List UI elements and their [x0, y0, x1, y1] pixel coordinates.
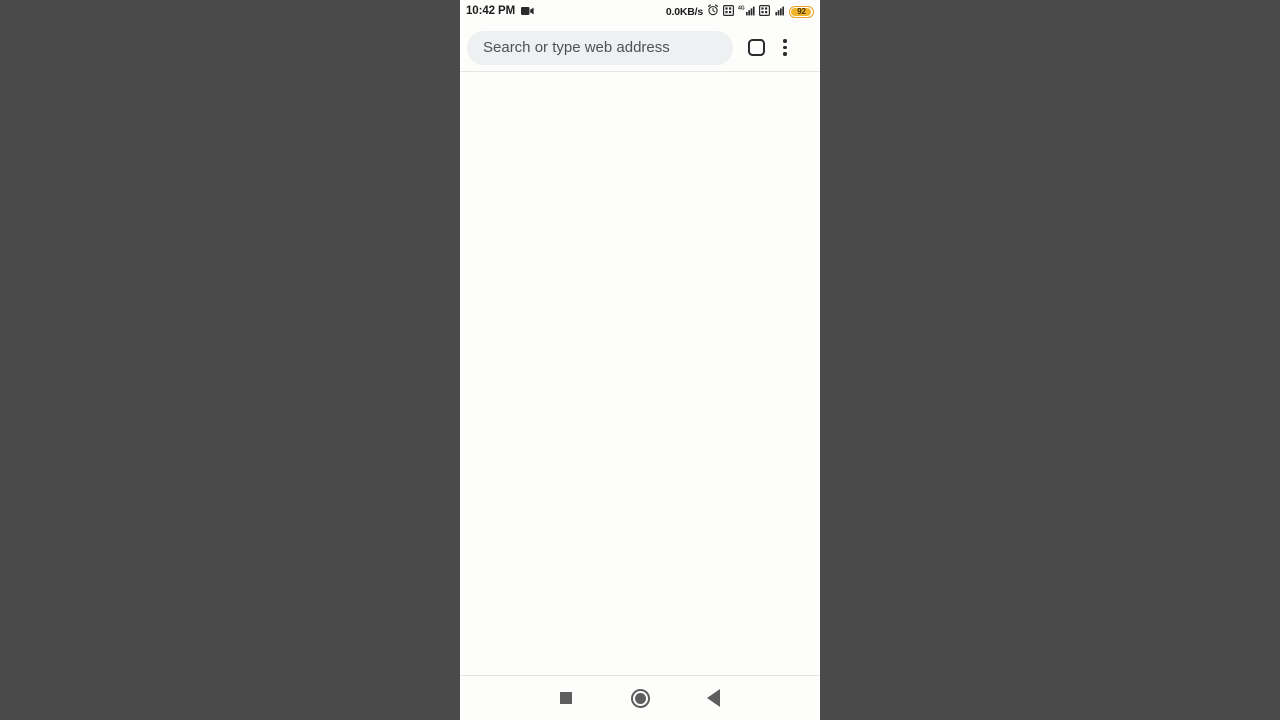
search-input-placeholder: Search or type web address — [483, 39, 670, 56]
browser-toolbar: Search or type web address — [460, 24, 820, 72]
back-button[interactable] — [685, 676, 741, 720]
triangle-back-icon — [706, 689, 720, 707]
status-clock: 10:42 PM — [466, 5, 516, 18]
svg-text:4G: 4G — [738, 5, 745, 11]
three-dot-menu-icon-dot3 — [783, 52, 787, 57]
signal-bars-4g-icon: 4G — [738, 3, 755, 21]
square-recents-icon — [560, 692, 572, 704]
phone-viewport: 10:42 PM 0.0KB/s 4G 92 Search or type we… — [460, 0, 820, 720]
recents-button[interactable] — [538, 676, 594, 720]
circle-home-icon-inner — [634, 692, 646, 704]
tab-switcher-icon — [747, 39, 765, 56]
three-dot-menu-icon-dot2 — [783, 45, 787, 50]
sim-card-signal-icon-2 — [759, 3, 771, 21]
status-bar-right: 0.0KB/s 4G 92 — [666, 3, 814, 21]
signal-bars-icon-2 — [774, 3, 785, 21]
search-input[interactable]: Search or type web address — [467, 30, 733, 65]
status-bar-left: 10:42 PM — [466, 3, 534, 21]
network-speed-label: 0.0KB/s — [665, 5, 703, 18]
screen-root: 10:42 PM 0.0KB/s 4G 92 Search or type we… — [0, 0, 1280, 720]
android-navigation-bar — [460, 675, 820, 720]
status-bar: 10:42 PM 0.0KB/s 4G 92 — [460, 0, 820, 24]
three-dot-menu-icon — [783, 38, 787, 43]
battery-level-label: 92 — [797, 7, 806, 16]
web-page-content[interactable] — [460, 72, 820, 675]
tab-switcher-button[interactable] — [741, 33, 771, 63]
sim-card-signal-icon — [723, 3, 735, 21]
battery-indicator: 92 — [789, 6, 814, 18]
video-camera-icon — [521, 3, 534, 21]
home-button[interactable] — [612, 676, 668, 720]
overflow-menu-button[interactable] — [771, 33, 799, 63]
circle-home-icon — [630, 688, 650, 708]
alarm-clock-icon — [707, 3, 719, 21]
